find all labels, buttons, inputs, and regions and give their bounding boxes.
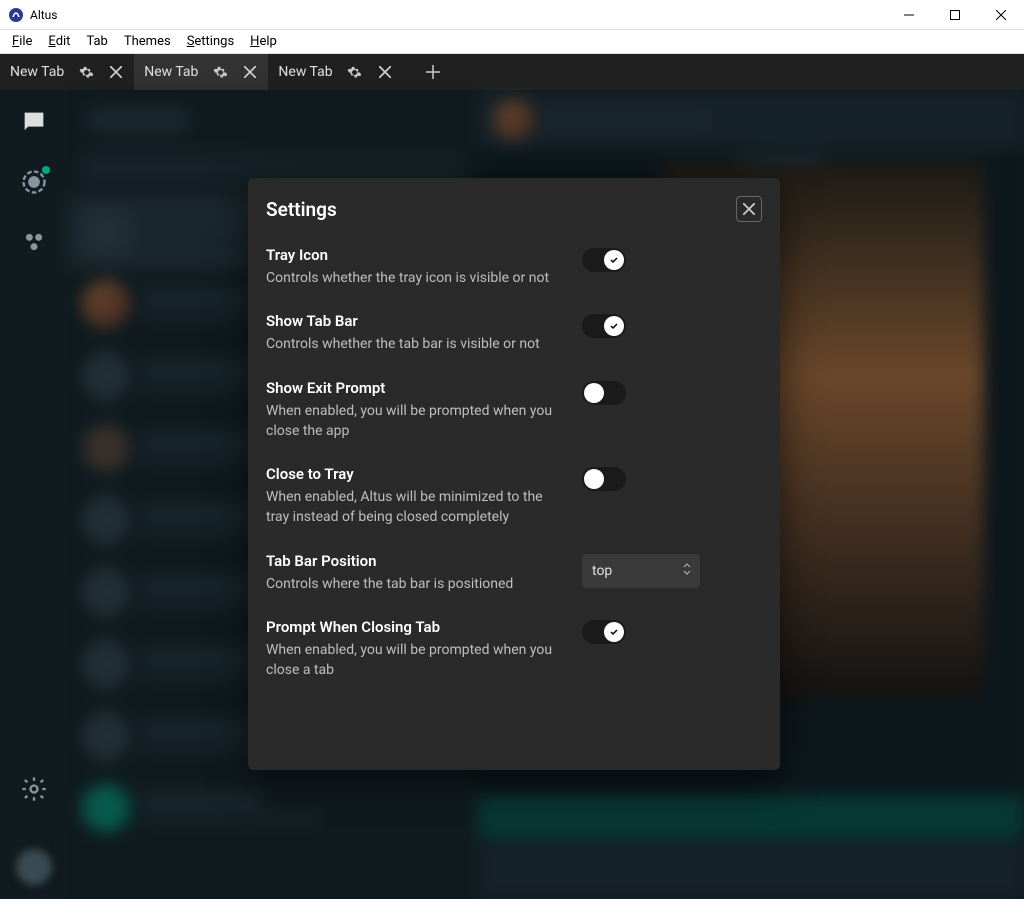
close-window-button[interactable]	[978, 0, 1024, 30]
tab-0[interactable]: New Tab	[0, 54, 134, 90]
setting-desc: Controls whether the tray icon is visibl…	[266, 268, 566, 288]
setting-title: Prompt When Closing Tab	[266, 618, 566, 636]
prompt-close-tab-toggle[interactable]	[582, 620, 626, 644]
minimize-button[interactable]	[886, 0, 932, 30]
setting-desc: Controls where the tab bar is positioned	[266, 574, 566, 594]
window-title: Altus	[30, 8, 886, 22]
setting-desc: When enabled, you will be prompted when …	[266, 401, 566, 442]
side-rail	[0, 90, 68, 899]
setting-title: Show Tab Bar	[266, 312, 566, 330]
show-exit-prompt-toggle[interactable]	[582, 381, 626, 405]
settings-icon[interactable]	[20, 775, 48, 803]
setting-title: Show Exit Prompt	[266, 379, 566, 397]
setting-close-to-tray: Close to Tray When enabled, Altus will b…	[266, 453, 776, 540]
window-titlebar: Altus	[0, 0, 1024, 30]
status-dot-icon	[42, 166, 50, 174]
tab-label: New Tab	[144, 64, 198, 80]
setting-title: Tray Icon	[266, 246, 566, 264]
menu-themes[interactable]: Themes	[116, 32, 179, 51]
close-icon[interactable]	[242, 64, 258, 80]
tray-icon-toggle[interactable]	[582, 248, 626, 272]
tab-1[interactable]: New Tab	[134, 54, 268, 90]
setting-tray-icon: Tray Icon Controls whether the tray icon…	[266, 234, 776, 300]
setting-title: Close to Tray	[266, 465, 566, 483]
menu-file[interactable]: File	[4, 32, 40, 51]
modal-title: Settings	[266, 198, 736, 221]
tabbar: New Tab New Tab New Tab	[0, 54, 1024, 90]
app-logo-icon	[8, 7, 24, 23]
tab-bar-position-select[interactable]: top	[582, 554, 700, 588]
setting-show-tab-bar: Show Tab Bar Controls whether the tab ba…	[266, 300, 776, 366]
window-controls	[886, 0, 1024, 30]
gear-icon[interactable]	[212, 64, 228, 80]
chevron-updown-icon	[682, 562, 692, 580]
show-tab-bar-toggle[interactable]	[582, 314, 626, 338]
gear-icon[interactable]	[78, 64, 94, 80]
close-icon[interactable]	[108, 64, 124, 80]
close-to-tray-toggle[interactable]	[582, 467, 626, 491]
gear-icon[interactable]	[347, 64, 363, 80]
modal-close-button[interactable]	[736, 196, 762, 222]
modal-header: Settings	[248, 178, 780, 230]
setting-desc: When enabled, you will be prompted when …	[266, 640, 566, 681]
status-icon[interactable]	[20, 168, 48, 196]
setting-title: Tab Bar Position	[266, 552, 566, 570]
maximize-button[interactable]	[932, 0, 978, 30]
main-content: Settings Tray Icon Controls whether the …	[0, 90, 1024, 899]
setting-tab-bar-position: Tab Bar Position Controls where the tab …	[266, 540, 776, 606]
close-icon[interactable]	[377, 64, 393, 80]
tab-label: New Tab	[10, 64, 64, 80]
modal-body[interactable]: Tray Icon Controls whether the tray icon…	[248, 230, 780, 770]
add-tab-button[interactable]	[415, 54, 451, 90]
tab-2[interactable]: New Tab	[268, 54, 402, 90]
tab-label: New Tab	[278, 64, 332, 80]
menu-settings[interactable]: Settings	[179, 32, 242, 51]
menu-tab[interactable]: Tab	[78, 32, 115, 51]
profile-avatar[interactable]	[16, 849, 52, 885]
setting-desc: Controls whether the tab bar is visible …	[266, 334, 566, 354]
menu-edit[interactable]: Edit	[40, 32, 78, 51]
settings-modal: Settings Tray Icon Controls whether the …	[248, 178, 780, 770]
select-value: top	[592, 563, 612, 579]
setting-prompt-close-tab: Prompt When Closing Tab When enabled, yo…	[266, 606, 776, 693]
setting-show-exit-prompt: Show Exit Prompt When enabled, you will …	[266, 367, 776, 454]
setting-desc: When enabled, Altus will be minimized to…	[266, 487, 566, 528]
communities-icon[interactable]	[20, 228, 48, 256]
chats-icon[interactable]	[20, 108, 48, 136]
menu-help[interactable]: Help	[242, 32, 285, 51]
menubar: File Edit Tab Themes Settings Help	[0, 30, 1024, 54]
